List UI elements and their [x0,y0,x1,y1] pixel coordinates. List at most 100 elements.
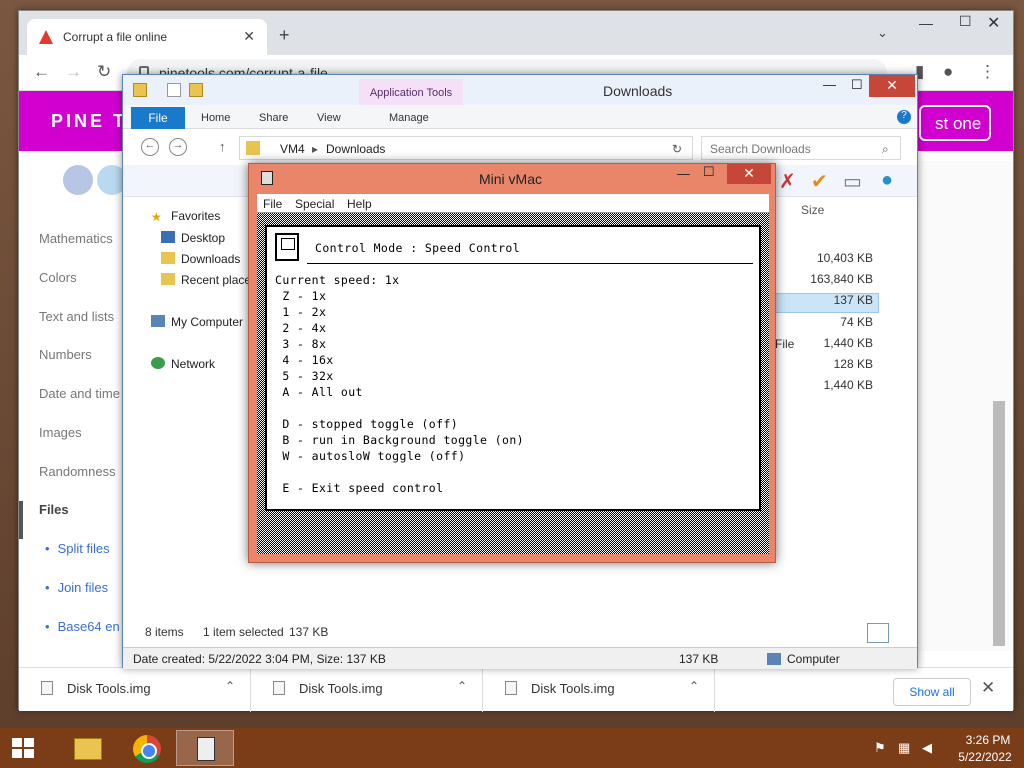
chrome-minimize-button[interactable]: — [919,15,933,31]
new-tab-button[interactable]: + [279,25,290,46]
downloads-close-icon[interactable]: ✕ [981,678,995,698]
new-folder-icon[interactable] [189,83,203,97]
large-icons-view-icon[interactable] [893,623,911,643]
breadcrumb-downloads[interactable]: Downloads [326,142,385,156]
download-item[interactable]: Disk Tools.img ⌃ [483,668,715,712]
nav-split-files[interactable]: Split files [45,541,110,556]
chrome-maximize-button[interactable]: ☐ [959,13,972,30]
back-icon[interactable]: ← [141,138,159,156]
menu-file[interactable]: File [263,197,282,211]
delete-icon[interactable]: ✗ [779,169,796,194]
download-item[interactable]: Disk Tools.img ⌃ [19,668,251,712]
download-item[interactable]: Disk Tools.img ⌃ [251,668,483,712]
refresh-icon[interactable]: ↻ [672,142,682,156]
checkmark-icon[interactable]: ✔ [811,169,828,194]
nav-images[interactable]: Images [39,425,82,440]
downloads-bar: Disk Tools.img ⌃ Disk Tools.img ⌃ Disk T… [19,667,1013,712]
network-icon [151,357,165,369]
chevron-up-icon[interactable]: ⌃ [225,679,235,693]
tab-close-icon[interactable]: ✕ [243,28,255,45]
download-name: Disk Tools.img [531,681,615,696]
chrome-icon [133,735,161,763]
back-arrow-icon[interactable]: ← [33,62,50,82]
mini-vmac-app-icon [261,171,273,185]
menu-help[interactable]: Help [347,197,372,211]
page-scrollbar[interactable] [993,401,1005,646]
chrome-menu-icon[interactable]: ⋮ [979,62,996,82]
speed-line: 1 - 2x [275,305,327,319]
browser-tab[interactable]: Corrupt a file online ✕ [27,19,267,55]
file-type-fragment: File [775,337,795,351]
ribbon-manage-tab[interactable]: Manage [389,112,429,124]
details-view-icon[interactable] [867,623,889,643]
explorer-minimize-button[interactable]: — [823,77,836,92]
taskbar: ⚑ ▦ ◀ 3:26 PM 5/22/2022 [0,728,1024,768]
action-center-flag-icon[interactable]: ⚑ [874,740,886,756]
network-tray-icon[interactable]: ▦ [898,740,910,756]
nav-date-and-time[interactable]: Date and time [39,386,120,401]
reload-icon[interactable]: ↻ [97,62,111,82]
nav-base64[interactable]: Base64 en [45,619,120,634]
start-button[interactable] [0,728,48,768]
explorer-maximize-button[interactable]: ☐ [851,77,863,93]
tree-my-computer[interactable]: My Computer [151,315,243,329]
clock-time[interactable]: 3:26 PM [960,733,1016,747]
menu-special[interactable]: Special [295,197,334,211]
nav-mathematics[interactable]: Mathematics [39,231,113,246]
explorer-address-bar[interactable]: VM4 ▸ Downloads ↻ [239,136,693,160]
details-location: Computer [787,652,840,666]
help-icon[interactable]: ? [897,110,911,124]
explorer-title: Downloads [603,83,673,99]
tree-recent-places[interactable]: Recent place [161,273,251,287]
pinetools-logo[interactable]: PINE T [51,111,127,132]
speed-control-dialog: Control Mode : Speed Control Current spe… [265,225,761,511]
tree-desktop[interactable]: Desktop [161,231,225,245]
header-action-button[interactable]: st one [919,105,991,141]
ribbon-view-tab[interactable]: View [317,112,341,124]
globe-icon[interactable]: ● [881,169,893,192]
ribbon-share-tab[interactable]: Share [259,112,288,124]
clock-date[interactable]: 5/22/2022 [950,750,1020,764]
explorer-search-input[interactable]: Search Downloads ⌕ [701,136,901,160]
forward-icon[interactable]: → [169,138,187,156]
active-nav-indicator [19,501,23,539]
file-icon [273,681,285,695]
column-header-size[interactable]: Size [801,203,824,217]
selection-size: 137 KB [289,625,329,639]
vmac-minimize-button[interactable]: — [677,166,690,181]
taskbar-chrome[interactable] [118,730,176,766]
breadcrumb-vm4[interactable]: VM4 [280,142,305,156]
downloads-folder-icon [161,252,175,264]
forward-arrow-icon[interactable]: → [65,62,82,82]
nav-colors[interactable]: Colors [39,270,77,285]
tab-search-chevron-icon[interactable]: ⌄ [877,25,888,41]
ribbon-home-tab[interactable]: Home [201,112,230,124]
chevron-up-icon[interactable]: ⌃ [457,679,467,693]
show-all-button[interactable]: Show all [893,678,971,706]
vmac-close-button[interactable]: ✕ [727,164,771,184]
taskbar-file-explorer[interactable] [58,730,116,766]
nav-text-and-lists[interactable]: Text and lists [39,309,114,324]
tree-downloads[interactable]: Downloads [161,252,240,266]
folder-icon [133,83,147,97]
ribbon-file-tab[interactable]: File [131,107,185,129]
nav-randomness[interactable]: Randomness [39,464,116,479]
profile-avatar-icon[interactable]: ● [943,62,953,82]
nav-files[interactable]: Files [39,502,69,517]
nav-numbers[interactable]: Numbers [39,347,92,362]
explorer-close-button[interactable]: ✕ [869,75,915,97]
volume-muted-icon[interactable]: ◀ [922,740,932,756]
speed-line: W - autosloW toggle (off) [275,449,466,463]
chrome-close-button[interactable]: ✕ [987,13,1000,33]
tree-favorites[interactable]: ★ Favorites [151,209,220,224]
facebook-icon[interactable] [63,165,93,195]
nav-join-files[interactable]: Join files [45,580,109,595]
emulated-mac-screen[interactable]: Control Mode : Speed Control Current spe… [257,213,769,554]
taskbar-mini-vmac[interactable] [176,730,234,766]
properties-icon[interactable] [167,83,181,97]
chevron-up-icon[interactable]: ⌃ [689,679,699,693]
vmac-maximize-button[interactable]: ☐ [703,164,715,180]
rename-icon[interactable]: ▭ [843,169,862,194]
tree-network[interactable]: Network [151,357,215,371]
up-icon[interactable]: ↑ [219,139,226,154]
